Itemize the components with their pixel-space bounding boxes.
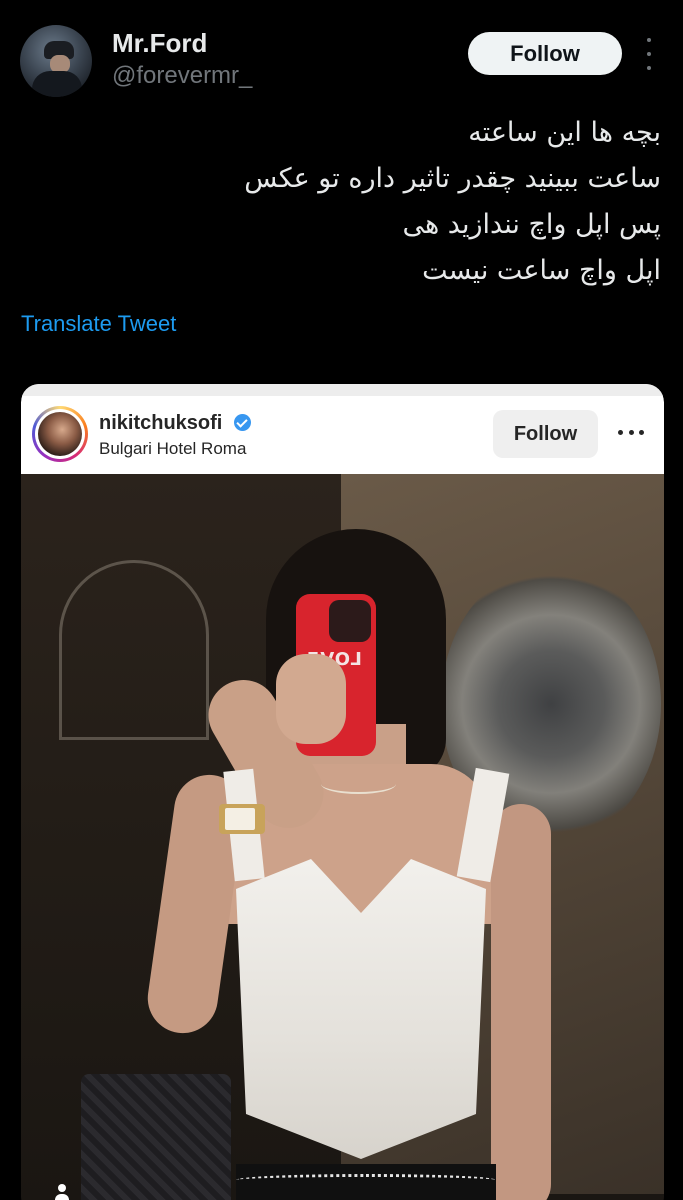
tweet-text-line: پس اپل واچ نندازید هی [402,209,661,240]
more-horizontal-icon[interactable] [618,430,644,436]
post-photo[interactable]: LOVE [21,474,664,1200]
tweet-header: Mr.Ford @forevermr_ Follow [0,0,683,110]
user-tag-icon[interactable] [53,1184,71,1200]
avatar-coat [32,71,82,97]
photo-belt-chain [236,1174,496,1186]
photo-hand [276,654,346,744]
photo-watch-face [225,808,255,830]
user-avatar[interactable] [20,25,92,97]
card-top-strip [21,384,664,396]
photo-phone-camera [329,600,371,642]
follow-button[interactable]: Follow [468,32,622,75]
tweet-text: بچه ها این ساعته ساعت ببینید چقدر تاثیر … [61,110,661,294]
tweet-text-line: بچه ها این ساعته [468,117,661,148]
instagram-avatar-frame [35,409,85,459]
instagram-post-header: nikitchuksofi Bulgari Hotel Roma Follow [21,384,664,474]
photo-arm-right [491,804,551,1200]
story-ring[interactable] [32,406,88,462]
more-vertical-icon[interactable] [642,38,656,70]
tweet-text-line: اپل واچ ساعت نیست [422,255,661,286]
photo-bag [81,1074,231,1200]
instagram-location[interactable]: Bulgari Hotel Roma [99,439,246,459]
display-name[interactable]: Mr.Ford [112,28,207,59]
translate-tweet-link[interactable]: Translate Tweet [21,311,176,337]
instagram-follow-button[interactable]: Follow [493,410,598,458]
user-handle[interactable]: @forevermr_ [112,62,252,90]
verified-badge-icon [234,414,251,431]
photo-necklace [321,774,396,794]
embedded-instagram-post[interactable]: nikitchuksofi Bulgari Hotel Roma Follow … [21,384,664,1200]
instagram-username[interactable]: nikitchuksofi [99,412,222,435]
instagram-avatar [38,412,82,456]
tweet-text-line: ساعت ببینید چقدر تاثیر داره تو عکس [244,163,661,194]
photo-arch-mirror [59,560,209,740]
